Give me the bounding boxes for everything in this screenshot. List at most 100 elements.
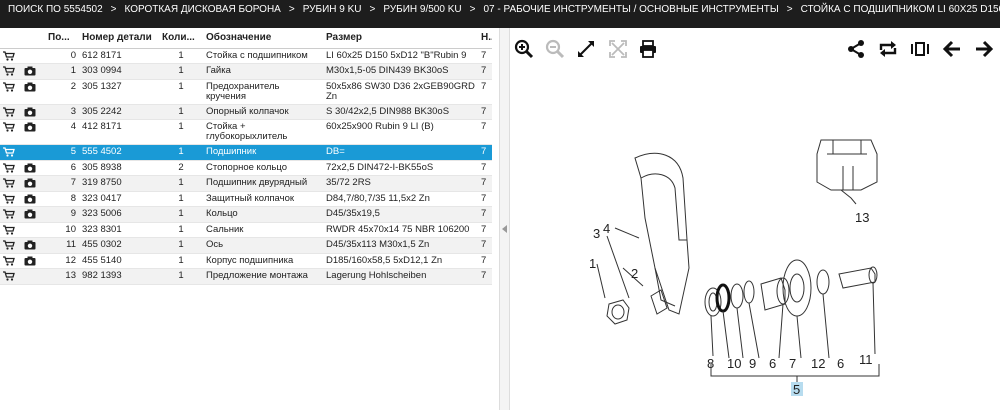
fit-to-screen-button[interactable] [575, 38, 597, 60]
cell-size: S 30/42x2,5 DIN988 BK30oS [323, 104, 478, 121]
camera-icon[interactable] [24, 107, 36, 117]
callout-5[interactable]: 5 [793, 382, 800, 397]
callout-8[interactable]: 8 [707, 356, 714, 371]
callout-4[interactable]: 4 [603, 221, 610, 236]
cell-position: 5 [45, 144, 79, 161]
cell-position: 1 [45, 63, 79, 80]
table-row[interactable]: 13 982 1393 1 Предложение монтажа Lagerung H… [0, 268, 492, 285]
camera-icon[interactable] [24, 66, 36, 76]
table-row[interactable]: 4 412 8171 1 Стойка + глубокорыхлитель 60x25… [0, 119, 492, 146]
cell-n: 7 [478, 268, 492, 285]
cell-n: 7 [478, 175, 492, 192]
zoom-out-button[interactable] [544, 38, 566, 60]
table-row[interactable]: 6 305 8938 2 Стопорное кольцо 72x2,5 DIN472-… [0, 160, 492, 177]
zoom-in-button[interactable] [513, 38, 535, 60]
breadcrumb-item[interactable]: 07 - РАБОЧИЕ ИНСТРУМЕНТЫ / ОСНОВНЫЕ ИНСТ… [483, 4, 778, 15]
column-header-part-number[interactable]: Номер детали [79, 28, 159, 49]
breadcrumb-item[interactable]: КОРОТКАЯ ДИСКОВАЯ БОРОНА [125, 4, 281, 15]
breadcrumb-item[interactable]: СТОЙКА С ПОДШИПНИКОМ LI 60X25 D150 5XD12… [801, 4, 1000, 15]
print-button[interactable] [637, 38, 659, 60]
share-button[interactable] [845, 38, 867, 60]
camera-icon[interactable] [24, 82, 36, 92]
cart-icon[interactable] [3, 224, 15, 235]
cart-icon[interactable] [3, 271, 15, 281]
camera-icon[interactable] [24, 209, 36, 219]
cell-quantity: 1 [159, 48, 203, 65]
camera-icon[interactable] [24, 163, 36, 173]
panel-splitter[interactable] [500, 28, 510, 410]
previous-button[interactable] [941, 38, 963, 60]
callout-11[interactable]: 11 [859, 352, 873, 367]
camera-icon[interactable] [24, 178, 36, 188]
cart-icon[interactable] [3, 193, 15, 204]
cell-n: 7 [478, 237, 492, 254]
callout-1[interactable]: 1 [589, 256, 596, 271]
table-row[interactable]: 2 305 1327 1 Предохранитель кручения 50x5x86… [0, 79, 492, 105]
callout-13[interactable]: 13 [855, 210, 869, 225]
column-header-designation[interactable]: Обозначение [203, 28, 323, 49]
cell-size: DB= [323, 144, 478, 161]
table-row[interactable]: 9 323 5006 1 Кольцо D45/35x19,5 7 [0, 206, 492, 223]
camera-icon[interactable] [24, 122, 36, 132]
cart-icon[interactable] [3, 178, 15, 188]
table-row[interactable]: 5 555 4502 1 Подшипник DB= 7 [0, 144, 492, 161]
cell-part-number: 303 0994 [79, 63, 159, 80]
camera-icon[interactable] [24, 194, 36, 204]
cell-n: 7 [478, 191, 492, 208]
cart-icon[interactable] [3, 240, 15, 250]
table-row[interactable]: 1 303 0994 1 Гайка M30x1,5-05 DIN439 BK30oS 7 [0, 63, 492, 80]
fullscreen-button[interactable] [607, 38, 629, 60]
cell-size: D84,7/80,7/35 11,5x2 Zn [323, 191, 478, 208]
cart-icon[interactable] [3, 162, 15, 173]
part-1-drawing [606, 299, 630, 325]
cart-icon[interactable] [3, 66, 15, 76]
cart-icon[interactable] [3, 256, 15, 266]
cart-icon[interactable] [3, 106, 15, 117]
cell-position: 9 [45, 206, 79, 223]
rotate-button[interactable] [877, 38, 899, 60]
cell-n: 7 [478, 48, 492, 65]
cart-icon[interactable] [3, 147, 15, 157]
flip-button[interactable] [909, 38, 931, 60]
table-row[interactable]: 12 455 5140 1 Корпус подшипника D185/160x58,… [0, 253, 492, 270]
breadcrumb-item[interactable]: ПОИСК ПО 5554502 [8, 4, 103, 15]
cart-icon[interactable] [3, 122, 15, 132]
cart-icon[interactable] [3, 81, 15, 92]
next-button[interactable] [973, 38, 995, 60]
callout-7[interactable]: 7 [789, 356, 796, 371]
breadcrumb-item[interactable]: РУБИН 9 KU [303, 4, 362, 15]
table-row[interactable]: 0 612 8171 1 Стойка с подшипником LI 60x25 D… [0, 48, 492, 65]
table-row[interactable]: 7 319 8750 1 Подшипник двурядный 35/72 2RS 7 [0, 175, 492, 192]
table-row[interactable]: 10 323 8301 1 Сальник RWDR 45x70x14 75 NBR 1… [0, 222, 492, 239]
column-header-quantity[interactable]: Коли... [159, 28, 203, 49]
part-9-drawing [730, 283, 744, 309]
cell-quantity: 1 [159, 268, 203, 285]
callout-6[interactable]: 6 [769, 356, 776, 371]
callout-6b[interactable]: 6 [837, 356, 844, 371]
callout-2[interactable]: 2 [631, 266, 638, 281]
column-header-size[interactable]: Размер [323, 28, 478, 49]
column-header-n[interactable]: Н... [478, 28, 492, 49]
table-row[interactable]: 8 323 0417 1 Защитный колпачок D84,7/80,7/35… [0, 191, 492, 208]
column-header-position[interactable]: По... [45, 28, 79, 49]
table-row[interactable]: 3 305 2242 1 Опорный колпачок S 30/42x2,5 DI… [0, 104, 492, 121]
callout-9[interactable]: 9 [749, 356, 756, 371]
cell-size: 50x5x86 SW30 D36 2xGEB90GRD Zn [323, 79, 478, 105]
camera-icon[interactable] [24, 256, 36, 266]
breadcrumb-item[interactable]: РУБИН 9/500 KU [383, 4, 461, 15]
camera-icon[interactable] [24, 240, 36, 250]
cell-size: Lagerung Hohlscheiben [323, 268, 478, 285]
collapse-arrow-icon[interactable] [502, 225, 507, 233]
callout-3[interactable]: 3 [593, 226, 600, 241]
drawing-panel: 13 4 3 2 1 8 10 9 6 7 12 6 11 5 [511, 28, 1000, 410]
cell-size: 72x2,5 DIN472-I-BK55oS [323, 160, 478, 177]
callout-12[interactable]: 12 [811, 356, 825, 371]
row-icons [0, 206, 45, 223]
table-row[interactable]: 11 455 0302 1 Ось D45/35x113 M30x1,5 Zn 7 [0, 237, 492, 254]
cart-icon[interactable] [3, 50, 15, 61]
callout-10[interactable]: 10 [727, 356, 741, 371]
cart-icon[interactable] [3, 209, 15, 219]
part-10-drawing [715, 283, 731, 313]
cell-quantity: 1 [159, 63, 203, 80]
row-icons [0, 222, 45, 239]
